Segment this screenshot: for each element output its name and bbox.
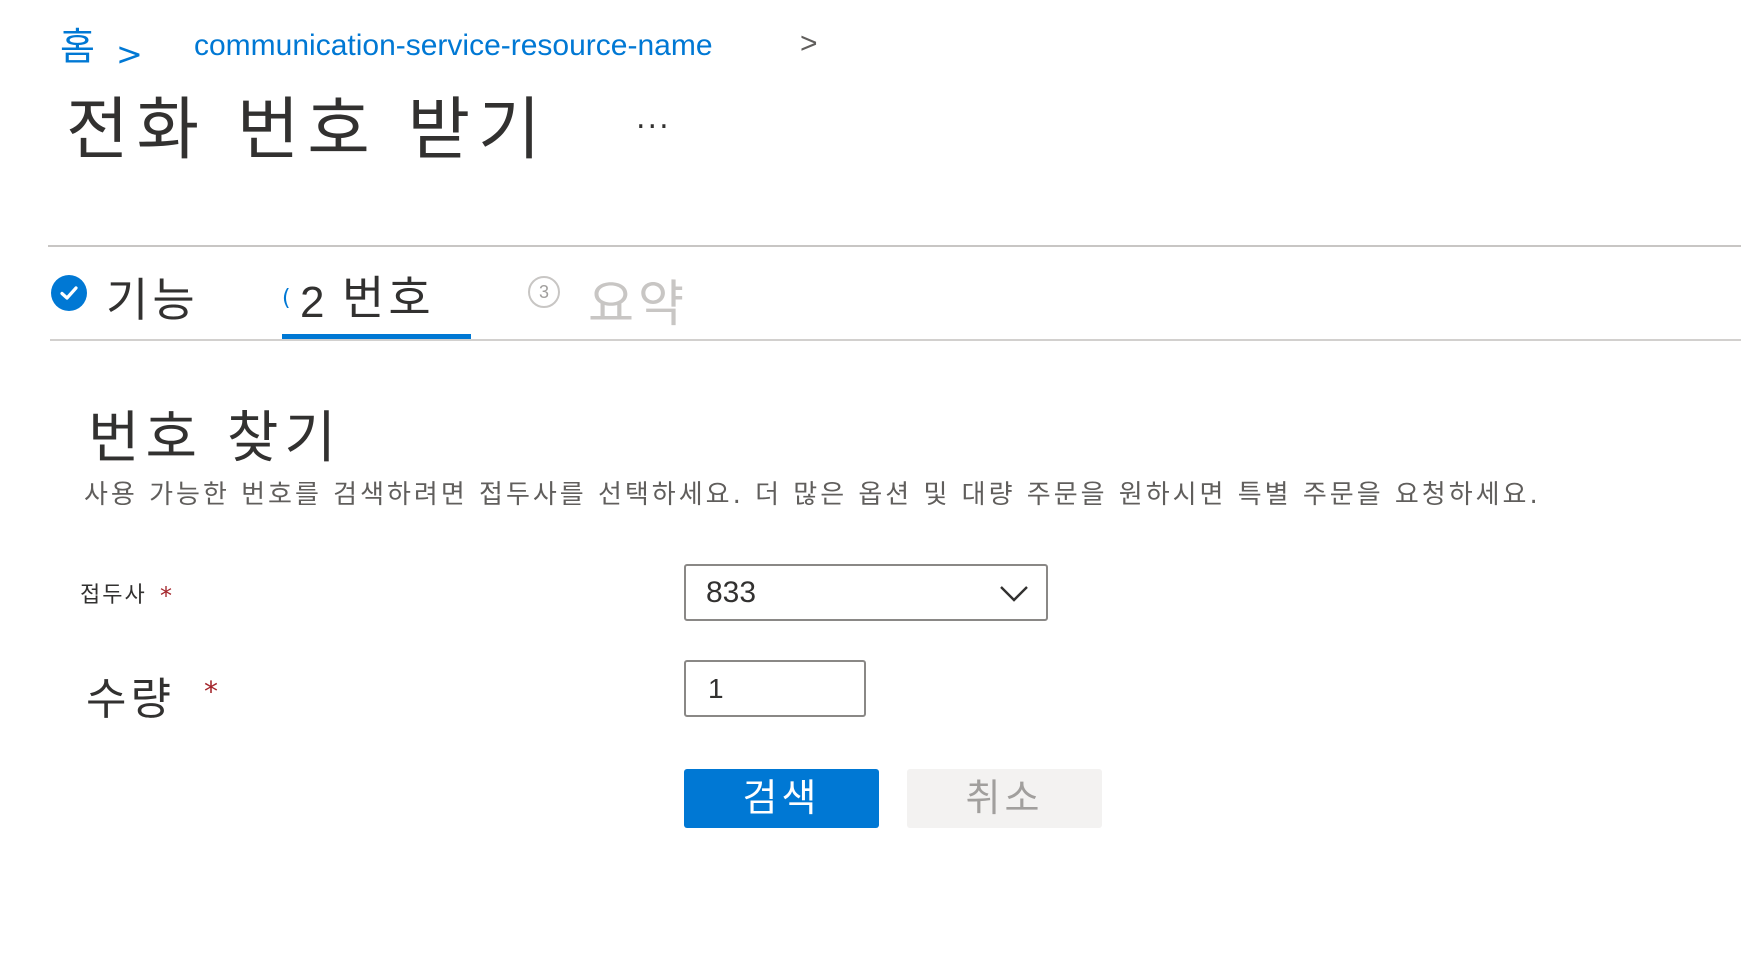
tab-numbers-label: 번호 — [342, 271, 435, 325]
divider — [48, 245, 1741, 247]
cancel-button: 취소 — [907, 769, 1102, 828]
page-title: 전화 번호 받기 — [66, 91, 549, 170]
prefix-dropdown-value: 833 — [706, 576, 757, 609]
tab-summary-label: 요약 — [588, 275, 688, 333]
tab-features-label: 기능 — [106, 273, 199, 327]
breadcrumb-separator: > — [800, 27, 818, 60]
required-asterisk: * — [204, 675, 218, 708]
prefix-label: 접두사 — [80, 583, 147, 608]
chevron-down-icon — [1000, 586, 1028, 602]
quantity-input[interactable] — [684, 660, 866, 717]
required-asterisk: * — [160, 582, 172, 610]
tab-numbers-step: 2 — [300, 278, 325, 327]
breadcrumb-separator: > — [116, 35, 143, 73]
prefix-dropdown[interactable]: 833 — [684, 564, 1048, 621]
quantity-label: 수량 — [86, 674, 175, 725]
section-description: 사용 가능한 번호를 검색하려면 접두사를 선택하세요. 더 많은 옵션 및 대… — [84, 480, 1541, 510]
divider — [50, 339, 1741, 341]
check-circle-icon — [51, 275, 87, 311]
step-3-circle-icon: 3 — [528, 276, 560, 308]
step-indicator-icon: ( — [282, 286, 291, 311]
search-button[interactable]: 검색 — [684, 769, 879, 828]
breadcrumb-home-link[interactable]: 홈 — [60, 22, 95, 72]
section-title: 번호 찾기 — [88, 406, 342, 471]
breadcrumb-resource-link[interactable]: communication-service-resource-name — [194, 26, 713, 66]
more-options-button[interactable]: ... — [636, 104, 671, 134]
